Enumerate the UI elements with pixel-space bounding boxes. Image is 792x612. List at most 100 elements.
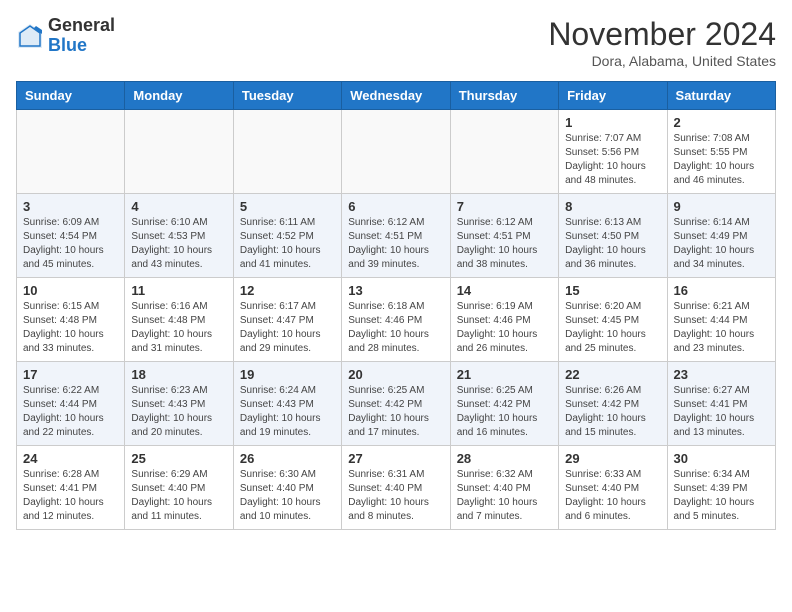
calendar-cell: 10 Sunrise: 6:15 AM Sunset: 4:48 PM Dayli… <box>17 278 125 362</box>
calendar-cell: 15 Sunrise: 6:20 AM Sunset: 4:45 PM Dayli… <box>559 278 667 362</box>
calendar-cell: 9 Sunrise: 6:14 AM Sunset: 4:49 PM Daylig… <box>667 194 775 278</box>
day-number: 20 <box>348 367 443 382</box>
weekday-header-tuesday: Tuesday <box>233 82 341 110</box>
calendar-cell <box>450 110 558 194</box>
calendar-week-row: 17 Sunrise: 6:22 AM Sunset: 4:44 PM Dayli… <box>17 362 776 446</box>
day-info: Sunrise: 6:12 AM Sunset: 4:51 PM Dayligh… <box>457 216 552 272</box>
logo-icon <box>16 22 44 50</box>
day-number: 24 <box>23 451 118 466</box>
day-info: Sunrise: 6:30 AM Sunset: 4:40 PM Dayligh… <box>240 468 335 524</box>
day-number: 25 <box>131 451 226 466</box>
calendar-cell: 27Sunrise: 6:31 AM Sunset: 4:40 PM Dayli… <box>342 446 450 530</box>
day-number: 14 <box>457 283 552 298</box>
day-number: 13 <box>348 283 443 298</box>
day-info: Sunrise: 6:20 AM Sunset: 4:45 PM Dayligh… <box>565 300 660 356</box>
day-info: Sunrise: 6:15 AM Sunset: 4:48 PM Dayligh… <box>23 300 118 356</box>
weekday-header-monday: Monday <box>125 82 233 110</box>
weekday-header-friday: Friday <box>559 82 667 110</box>
day-number: 30 <box>674 451 769 466</box>
calendar-header: SundayMondayTuesdayWednesdayThursdayFrid… <box>17 82 776 110</box>
day-number: 10 <box>23 283 118 298</box>
calendar-table: SundayMondayTuesdayWednesdayThursdayFrid… <box>16 81 776 530</box>
day-info: Sunrise: 6:12 AM Sunset: 4:51 PM Dayligh… <box>348 216 443 272</box>
calendar-cell: 29 Sunrise: 6:33 AM Sunset: 4:40 PM Dayli… <box>559 446 667 530</box>
day-number: 28 <box>457 451 552 466</box>
month-title: November 2024 <box>548 16 776 53</box>
day-number: 9 <box>674 199 769 214</box>
day-number: 1 <box>565 115 660 130</box>
calendar-cell: 21 Sunrise: 6:25 AM Sunset: 4:42 PM Dayli… <box>450 362 558 446</box>
day-info: Sunrise: 6:26 AM Sunset: 4:42 PM Dayligh… <box>565 384 660 440</box>
calendar-cell: 16Sunrise: 6:21 AM Sunset: 4:44 PM Dayli… <box>667 278 775 362</box>
day-info: Sunrise: 6:32 AM Sunset: 4:40 PM Dayligh… <box>457 468 552 524</box>
day-info: Sunrise: 6:21 AM Sunset: 4:44 PM Dayligh… <box>674 300 769 356</box>
calendar-week-row: 1Sunrise: 7:07 AM Sunset: 5:56 PM Daylig… <box>17 110 776 194</box>
day-number: 6 <box>348 199 443 214</box>
calendar-cell: 14Sunrise: 6:19 AM Sunset: 4:46 PM Dayli… <box>450 278 558 362</box>
day-number: 15 <box>565 283 660 298</box>
day-info: Sunrise: 6:22 AM Sunset: 4:44 PM Dayligh… <box>23 384 118 440</box>
day-number: 19 <box>240 367 335 382</box>
day-number: 4 <box>131 199 226 214</box>
calendar-cell <box>125 110 233 194</box>
page-header: General Blue November 2024 Dora, Alabama… <box>16 16 776 69</box>
calendar-cell: 30Sunrise: 6:34 AM Sunset: 4:39 PM Dayli… <box>667 446 775 530</box>
calendar-cell: 24 Sunrise: 6:28 AM Sunset: 4:41 PM Dayli… <box>17 446 125 530</box>
calendar-cell <box>233 110 341 194</box>
calendar-cell: 2Sunrise: 7:08 AM Sunset: 5:55 PM Daylig… <box>667 110 775 194</box>
title-area: November 2024 Dora, Alabama, United Stat… <box>548 16 776 69</box>
day-number: 8 <box>565 199 660 214</box>
day-number: 22 <box>565 367 660 382</box>
calendar-cell: 7 Sunrise: 6:12 AM Sunset: 4:51 PM Daylig… <box>450 194 558 278</box>
weekday-header-row: SundayMondayTuesdayWednesdayThursdayFrid… <box>17 82 776 110</box>
day-info: Sunrise: 6:13 AM Sunset: 4:50 PM Dayligh… <box>565 216 660 272</box>
logo: General Blue <box>16 16 115 56</box>
calendar-cell: 8 Sunrise: 6:13 AM Sunset: 4:50 PM Daylig… <box>559 194 667 278</box>
weekday-header-sunday: Sunday <box>17 82 125 110</box>
calendar-cell: 12 Sunrise: 6:17 AM Sunset: 4:47 PM Dayli… <box>233 278 341 362</box>
logo-text: General Blue <box>48 16 115 56</box>
day-number: 3 <box>23 199 118 214</box>
day-info: Sunrise: 6:09 AM Sunset: 4:54 PM Dayligh… <box>23 216 118 272</box>
day-number: 17 <box>23 367 118 382</box>
calendar-week-row: 24 Sunrise: 6:28 AM Sunset: 4:41 PM Dayli… <box>17 446 776 530</box>
day-number: 7 <box>457 199 552 214</box>
day-info: Sunrise: 6:33 AM Sunset: 4:40 PM Dayligh… <box>565 468 660 524</box>
day-number: 26 <box>240 451 335 466</box>
calendar-cell: 4 Sunrise: 6:10 AM Sunset: 4:53 PM Daylig… <box>125 194 233 278</box>
day-info: Sunrise: 6:25 AM Sunset: 4:42 PM Dayligh… <box>457 384 552 440</box>
calendar-body: 1Sunrise: 7:07 AM Sunset: 5:56 PM Daylig… <box>17 110 776 530</box>
day-number: 21 <box>457 367 552 382</box>
calendar-cell: 17 Sunrise: 6:22 AM Sunset: 4:44 PM Dayli… <box>17 362 125 446</box>
weekday-header-wednesday: Wednesday <box>342 82 450 110</box>
day-info: Sunrise: 6:10 AM Sunset: 4:53 PM Dayligh… <box>131 216 226 272</box>
day-info: Sunrise: 6:29 AM Sunset: 4:40 PM Dayligh… <box>131 468 226 524</box>
day-number: 23 <box>674 367 769 382</box>
calendar-cell: 22 Sunrise: 6:26 AM Sunset: 4:42 PM Dayli… <box>559 362 667 446</box>
day-number: 5 <box>240 199 335 214</box>
calendar-cell: 13 Sunrise: 6:18 AM Sunset: 4:46 PM Dayli… <box>342 278 450 362</box>
day-number: 18 <box>131 367 226 382</box>
day-info: Sunrise: 6:11 AM Sunset: 4:52 PM Dayligh… <box>240 216 335 272</box>
day-number: 12 <box>240 283 335 298</box>
day-info: Sunrise: 6:24 AM Sunset: 4:43 PM Dayligh… <box>240 384 335 440</box>
day-info: Sunrise: 6:17 AM Sunset: 4:47 PM Dayligh… <box>240 300 335 356</box>
weekday-header-saturday: Saturday <box>667 82 775 110</box>
calendar-cell <box>17 110 125 194</box>
day-info: Sunrise: 6:28 AM Sunset: 4:41 PM Dayligh… <box>23 468 118 524</box>
day-info: Sunrise: 6:18 AM Sunset: 4:46 PM Dayligh… <box>348 300 443 356</box>
calendar-cell: 6 Sunrise: 6:12 AM Sunset: 4:51 PM Daylig… <box>342 194 450 278</box>
location: Dora, Alabama, United States <box>548 53 776 69</box>
calendar-week-row: 10 Sunrise: 6:15 AM Sunset: 4:48 PM Dayli… <box>17 278 776 362</box>
calendar-cell: 19 Sunrise: 6:24 AM Sunset: 4:43 PM Dayli… <box>233 362 341 446</box>
day-number: 29 <box>565 451 660 466</box>
calendar-week-row: 3 Sunrise: 6:09 AM Sunset: 4:54 PM Daylig… <box>17 194 776 278</box>
day-info: Sunrise: 6:14 AM Sunset: 4:49 PM Dayligh… <box>674 216 769 272</box>
calendar-cell: 18Sunrise: 6:23 AM Sunset: 4:43 PM Dayli… <box>125 362 233 446</box>
day-info: Sunrise: 6:16 AM Sunset: 4:48 PM Dayligh… <box>131 300 226 356</box>
calendar-cell: 26 Sunrise: 6:30 AM Sunset: 4:40 PM Dayli… <box>233 446 341 530</box>
calendar-cell: 11 Sunrise: 6:16 AM Sunset: 4:48 PM Dayli… <box>125 278 233 362</box>
calendar-cell: 1Sunrise: 7:07 AM Sunset: 5:56 PM Daylig… <box>559 110 667 194</box>
day-number: 11 <box>131 283 226 298</box>
calendar-cell <box>342 110 450 194</box>
